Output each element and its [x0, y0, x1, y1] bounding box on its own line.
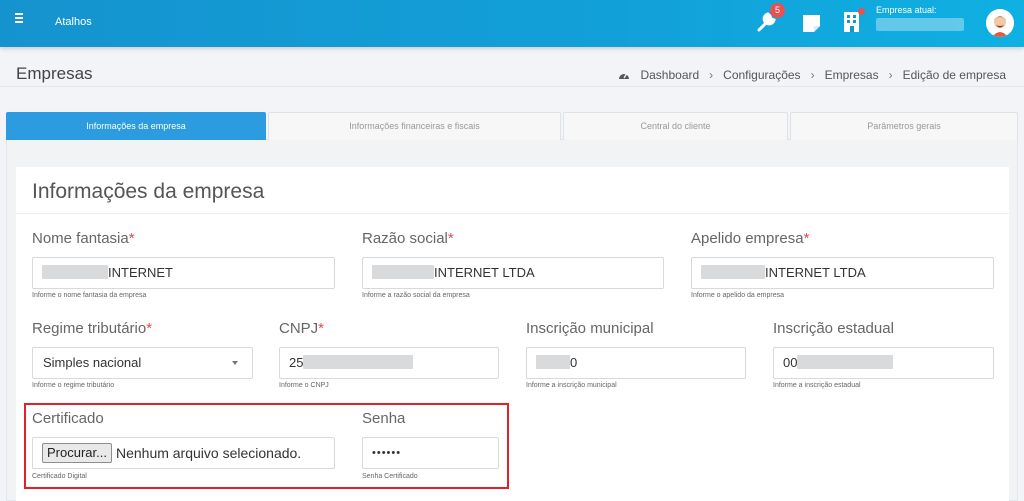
senha-label: Senha: [362, 410, 406, 427]
certificado-file-input[interactable]: Procurar... Nenhum arquivo selecionado.: [32, 437, 335, 469]
inscricao-municipal-label: Inscrição municipal: [526, 320, 654, 337]
apelido-empresa-hint: Informe o apelido da empresa: [691, 292, 784, 299]
top-navbar: Atalhos 5 Empresa atual:: [0, 0, 1024, 47]
senha-input[interactable]: ••••••: [362, 437, 499, 469]
razao-social-label: Razão social*: [362, 230, 454, 247]
nome-fantasia-label: Nome fantasia*: [32, 230, 135, 247]
breadcrumb-separator: ›: [709, 68, 714, 82]
inscricao-municipal-hint: Informe a inscrição municipal: [526, 382, 617, 389]
nome-fantasia-input[interactable]: INTERNET: [32, 257, 335, 289]
inscricao-municipal-input[interactable]: 0: [526, 347, 746, 379]
notification-badge: 5: [770, 3, 785, 18]
regime-tributario-select[interactable]: Simples nacional: [32, 347, 253, 379]
senha-hint: Senha Certificado: [362, 473, 418, 480]
cnpj-label: CNPJ*: [279, 320, 325, 337]
regime-tributario-hint: Informe o regime tributário: [32, 382, 115, 389]
empresa-atual-value[interactable]: [876, 18, 964, 31]
tab-central-cliente[interactable]: Central do cliente: [563, 112, 788, 140]
building-alert-dot: [858, 8, 865, 15]
tab-informacoes-empresa[interactable]: Informações da empresa: [6, 112, 266, 140]
empresa-atual-label: Empresa atual:: [876, 5, 937, 15]
apelido-empresa-input[interactable]: INTERNET LTDA: [691, 257, 994, 289]
form-title-divider: [16, 213, 1009, 214]
redacted-text: [372, 265, 434, 280]
razao-social-hint: Informe a razão social da empresa: [362, 292, 470, 299]
dashboard-icon: [619, 73, 630, 79]
form-title: Informações da empresa: [32, 180, 265, 203]
atalhos-link[interactable]: Atalhos: [55, 16, 92, 28]
breadcrumb-configuracoes[interactable]: Configurações: [723, 68, 800, 82]
cnpj-hint: Informe o CNPJ: [279, 382, 329, 389]
redacted-text: [701, 265, 765, 280]
redacted-text: [797, 355, 894, 370]
tab-informacoes-financeiras[interactable]: Informações financeiras e fiscais: [268, 112, 561, 140]
redacted-text: [303, 355, 414, 370]
header-divider: [0, 86, 1024, 87]
regime-tributario-label: Regime tributário*: [32, 320, 153, 337]
certificado-label: Certificado: [32, 410, 104, 427]
inscricao-estadual-hint: Informe a inscrição estadual: [773, 382, 861, 389]
cnpj-input[interactable]: 25: [279, 347, 499, 379]
breadcrumb: Dashboard › Configurações › Empresas › E…: [618, 68, 1006, 82]
browse-button[interactable]: Procurar...: [42, 443, 112, 464]
redacted-text: [536, 355, 570, 370]
inscricao-estadual-label: Inscrição estadual: [773, 320, 894, 337]
breadcrumb-separator: ›: [888, 68, 893, 82]
user-avatar[interactable]: [986, 9, 1014, 37]
file-status: Nenhum arquivo selecionado.: [115, 445, 302, 461]
razao-social-input[interactable]: INTERNET LTDA: [362, 257, 664, 289]
page-title: Empresas: [16, 64, 93, 83]
redacted-text: [42, 265, 108, 280]
breadcrumb-empresas[interactable]: Empresas: [825, 68, 879, 82]
note-icon[interactable]: [800, 12, 824, 36]
apelido-empresa-label: Apelido empresa*: [691, 230, 810, 247]
certificado-hint: Certificado Digital: [32, 473, 87, 480]
inscricao-estadual-input[interactable]: 00: [773, 347, 994, 379]
chevron-down-icon: [232, 361, 238, 365]
breadcrumb-dashboard[interactable]: Dashboard: [640, 68, 699, 82]
menu-icon[interactable]: [15, 13, 27, 25]
breadcrumb-edicao: Edição de empresa: [902, 68, 1006, 82]
breadcrumb-separator: ›: [810, 68, 815, 82]
nome-fantasia-hint: Informe o nome fantasia da empresa: [32, 292, 147, 299]
tab-parametros-gerais[interactable]: Parâmetros gerais: [790, 112, 1018, 140]
